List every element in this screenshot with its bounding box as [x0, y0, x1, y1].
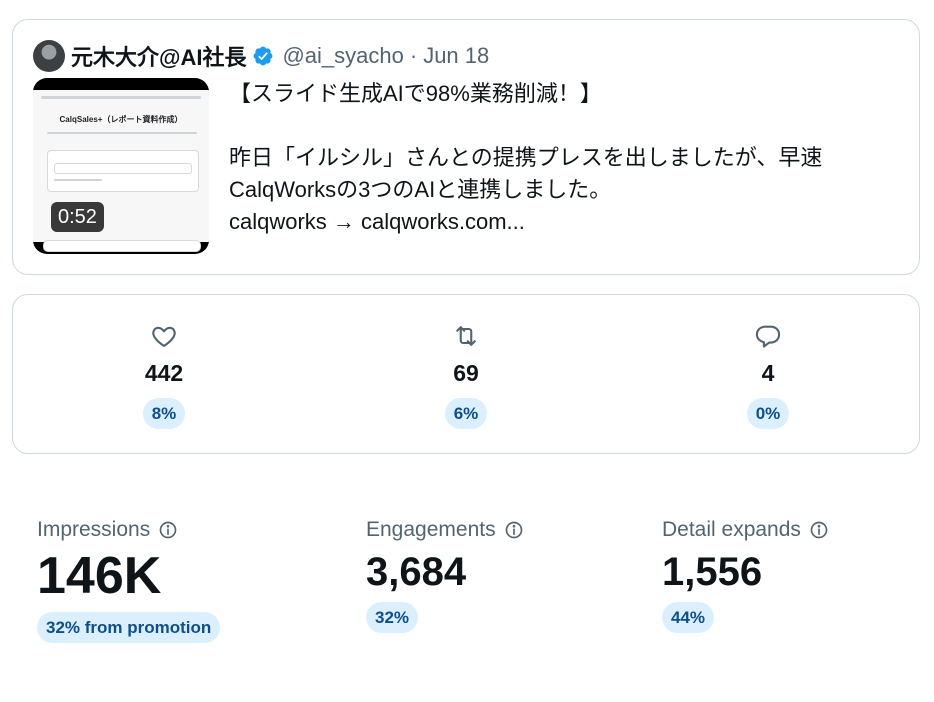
- replies-metric[interactable]: 4 0%: [708, 321, 828, 429]
- retweets-percent-badge: 6%: [444, 398, 488, 429]
- likes-count: 442: [144, 360, 184, 386]
- avatar[interactable]: [33, 40, 65, 72]
- separator-dot: ·: [409, 43, 418, 68]
- tweet-text: 【スライド生成AIで98%業務削減！】 昨日「イルシル」さんとの提携プレスを出し…: [229, 78, 899, 238]
- video-duration: 0:52: [51, 202, 104, 232]
- heart-icon: [104, 321, 224, 351]
- likes-percent-badge: 8%: [142, 398, 186, 429]
- engagements-label: Engagements: [366, 518, 496, 541]
- retweets-count: 69: [453, 360, 479, 386]
- info-icon[interactable]: [504, 520, 524, 540]
- tweet-text-line: CalqWorksの3つのAIと連携しました。: [229, 177, 612, 202]
- retweet-icon: [406, 321, 526, 351]
- tweet-card[interactable]: 元木大介@AI社長 @ai_syacho · Jun 18 CalqSales+…: [12, 19, 920, 275]
- replies-count: 4: [761, 360, 775, 386]
- engagements-label-row: Engagements: [366, 518, 524, 542]
- verified-badge-icon: [252, 45, 274, 67]
- impressions-label-row: Impressions: [37, 518, 220, 542]
- tweet-header: 元木大介@AI社長 @ai_syacho · Jun 18: [33, 40, 489, 72]
- video-thumbnail[interactable]: CalqSales+（レポート資料作成） 0:52: [33, 78, 209, 254]
- engagement-metrics-card: 442 8% 69 6% 4 0%: [12, 294, 920, 454]
- engagements-percent-badge: 32%: [366, 602, 419, 633]
- author-handle[interactable]: @ai_syacho: [282, 43, 403, 69]
- tweet-date[interactable]: Jun 18: [423, 43, 489, 69]
- reply-icon: [708, 321, 828, 351]
- tweet-link[interactable]: calqworks → calqworks.com...: [229, 206, 899, 238]
- detail-expands-stat: Detail expands 1,556 44%: [662, 518, 829, 633]
- thumbnail-title: CalqSales+（レポート資料作成）: [59, 115, 183, 124]
- detail-expands-value: 1,556: [662, 550, 763, 594]
- author-name[interactable]: 元木大介@AI社長: [71, 40, 246, 72]
- engagements-value: 3,684: [366, 550, 467, 594]
- impressions-stat: Impressions 146K 32% from promotion: [37, 518, 221, 643]
- tweet-text-line: 昨日「イルシル」さんとの提携プレスを出しましたが、早速: [229, 145, 823, 170]
- impressions-value: 146K: [37, 547, 162, 605]
- retweets-metric[interactable]: 69 6%: [406, 321, 526, 429]
- info-icon[interactable]: [158, 520, 178, 540]
- impressions-promotion-badge: 32% from promotion: [37, 612, 221, 643]
- detail-expands-label-row: Detail expands: [662, 518, 829, 542]
- likes-metric[interactable]: 442 8%: [104, 321, 224, 429]
- detail-expands-percent-badge: 44%: [662, 602, 715, 633]
- engagements-stat: Engagements 3,684 32%: [366, 518, 524, 633]
- replies-percent-badge: 0%: [746, 398, 790, 429]
- impressions-label: Impressions: [37, 518, 151, 541]
- tweet-text-line: 【スライド生成AIで98%業務削減！】: [229, 81, 602, 106]
- info-icon[interactable]: [809, 520, 829, 540]
- detail-expands-label: Detail expands: [662, 518, 801, 541]
